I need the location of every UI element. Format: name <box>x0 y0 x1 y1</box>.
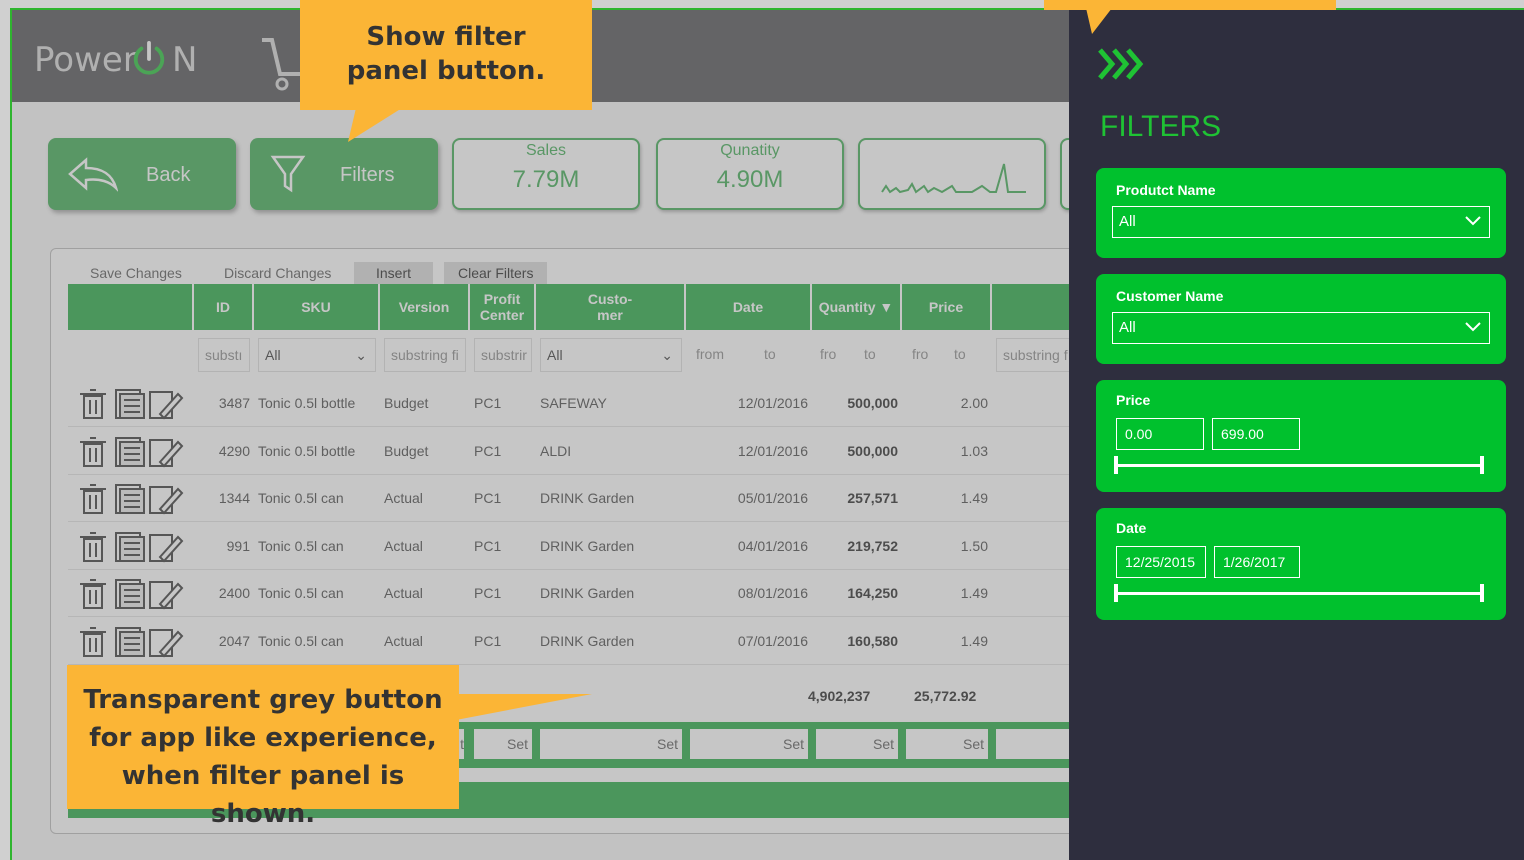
price-filter-card: Price 0.00 699.00 <box>1096 380 1506 492</box>
product-filter-card: Produtct Name All <box>1096 168 1506 258</box>
price-max-input[interactable]: 699.00 <box>1212 418 1300 450</box>
callout-overlay-text: Transparent grey button for app like exp… <box>83 685 443 829</box>
customer-filter-value: All <box>1119 319 1136 336</box>
callout-filter-button: Show filter panel button. <box>300 0 592 110</box>
callout-overlay: Transparent grey button for app like exp… <box>67 665 459 829</box>
date-filter-label: Date <box>1116 520 1147 536</box>
panel-title: FILTERS <box>1100 110 1222 143</box>
customer-filter-label: Customer Name <box>1116 288 1224 304</box>
product-filter-dropdown[interactable]: All <box>1112 206 1490 238</box>
price-min-input[interactable]: 0.00 <box>1116 418 1204 450</box>
chevron-down-icon <box>1465 322 1481 332</box>
date-min-input[interactable]: 12/25/2015 <box>1116 546 1206 578</box>
callout-arrow-icon <box>1086 8 1112 34</box>
chevron-down-icon <box>1465 216 1481 226</box>
date-max-input[interactable]: 1/26/2017 <box>1214 546 1300 578</box>
price-range-slider[interactable] <box>1114 456 1484 474</box>
date-filter-card: Date 12/25/2015 1/26/2017 <box>1096 508 1506 620</box>
collapse-chevron-icon[interactable] <box>1096 44 1154 84</box>
customer-filter-dropdown[interactable]: All <box>1112 312 1490 344</box>
date-range-slider[interactable] <box>1114 584 1484 602</box>
product-filter-value: All <box>1119 213 1136 230</box>
callout-arrow-icon <box>456 694 592 720</box>
customer-filter-card: Customer Name All <box>1096 274 1506 364</box>
product-filter-label: Produtct Name <box>1116 182 1216 198</box>
callout-filter-button-text: Show filter panel button. <box>346 22 546 86</box>
callout-arrow-icon <box>348 108 402 142</box>
price-filter-label: Price <box>1116 392 1151 408</box>
